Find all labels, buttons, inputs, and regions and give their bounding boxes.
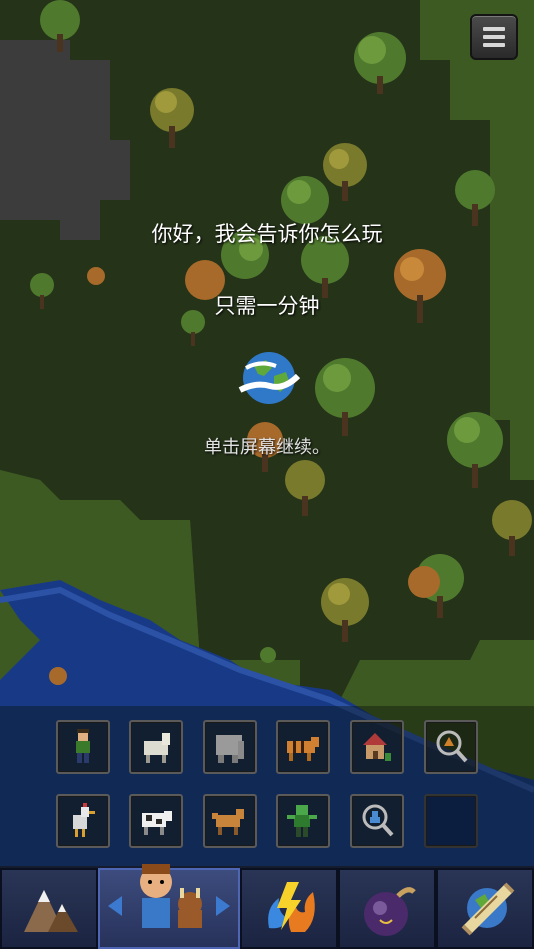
bomb-icon	[364, 887, 416, 936]
creature-toolbar	[0, 706, 534, 866]
empty-slot	[424, 794, 478, 848]
tutorial-line-1: 你好，我会告诉你怎么玩	[151, 222, 383, 246]
scroll-globe-icon	[461, 882, 515, 936]
zombie-icon	[287, 805, 317, 837]
next-arrow-icon[interactable]	[216, 896, 230, 916]
cow-slot[interactable]	[129, 794, 183, 848]
menu-icon-bar	[483, 35, 505, 39]
mountain-icon	[24, 890, 78, 932]
inspect-unit-slot[interactable]	[350, 794, 404, 848]
creatures-icon	[140, 864, 202, 928]
tutorial-line-2: 只需一分钟	[214, 294, 320, 318]
globe-icon	[238, 352, 301, 404]
tap-to-continue-hint: 单击屏幕继续。	[204, 437, 330, 458]
bush	[49, 667, 67, 685]
bottom-tab-bar	[0, 864, 534, 949]
house-icon	[363, 733, 391, 761]
cow-icon	[142, 811, 172, 835]
tiger-icon	[287, 737, 319, 761]
tree	[281, 176, 329, 224]
chicken-slot[interactable]	[56, 794, 110, 848]
human-icon	[76, 729, 90, 763]
fox-slot[interactable]	[203, 794, 257, 848]
tab-powers[interactable]	[240, 868, 338, 949]
menu-icon	[483, 27, 505, 31]
sheep-icon	[144, 733, 170, 763]
zombie-slot[interactable]	[276, 794, 330, 848]
elephant-slot[interactable]	[203, 720, 257, 774]
elephant-icon	[216, 735, 244, 763]
inspect-village-slot[interactable]	[424, 720, 478, 774]
game-screen[interactable]: 你好，我会告诉你怎么玩 只需一分钟 单击屏幕继续。	[0, 0, 534, 949]
tiger-slot[interactable]	[276, 720, 330, 774]
bush	[87, 267, 105, 285]
tab-terrain[interactable]	[0, 868, 98, 949]
house-slot[interactable]	[350, 720, 404, 774]
lightning-fire-icon	[268, 882, 315, 932]
tab-world[interactable]	[436, 868, 534, 949]
sheep-slot[interactable]	[129, 720, 183, 774]
bush	[260, 647, 276, 663]
tab-bombs[interactable]	[338, 868, 436, 949]
menu-button[interactable]	[470, 14, 518, 60]
human-slot[interactable]	[56, 720, 110, 774]
village-magnifier-icon	[436, 730, 468, 763]
chicken-icon	[73, 803, 95, 837]
menu-icon-bar	[483, 43, 505, 47]
tab-creatures[interactable]	[98, 864, 240, 949]
fox-icon	[212, 809, 244, 835]
unit-magnifier-icon	[362, 804, 394, 837]
